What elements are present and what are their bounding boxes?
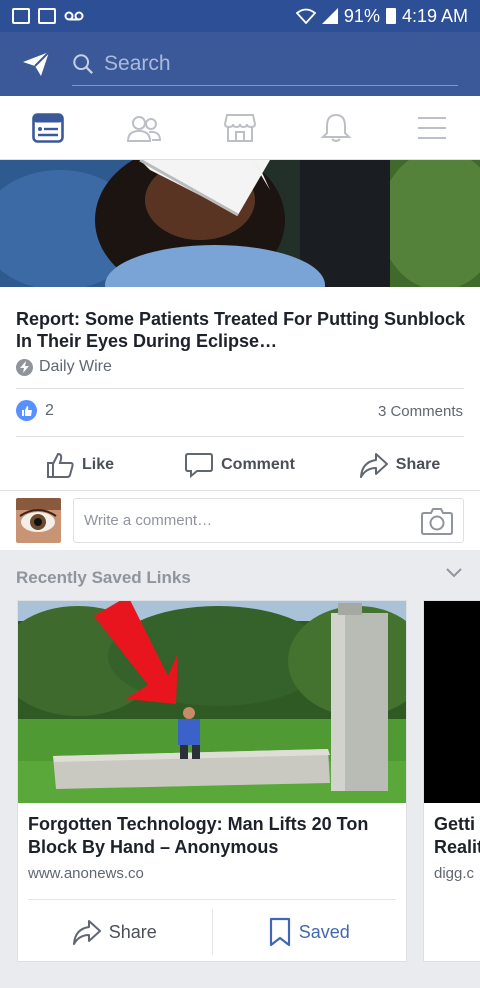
tab-friends[interactable] bbox=[96, 96, 192, 159]
hamburger-icon bbox=[418, 116, 446, 139]
avatar[interactable] bbox=[16, 498, 61, 543]
saved-link-domain: www.anonews.co bbox=[28, 865, 144, 882]
saved-link-image[interactable] bbox=[18, 601, 406, 803]
like-count: 2 bbox=[45, 401, 54, 419]
bell-icon bbox=[321, 113, 351, 142]
comment-button[interactable]: Comment bbox=[160, 440, 320, 490]
top-nav bbox=[0, 32, 480, 96]
tab-bar bbox=[0, 96, 480, 160]
like-reaction-icon bbox=[16, 400, 37, 421]
search-input[interactable] bbox=[104, 51, 458, 76]
battery-icon bbox=[385, 8, 396, 24]
saved-toggle-button[interactable]: Saved bbox=[211, 909, 407, 955]
tab-notifications[interactable] bbox=[288, 96, 384, 159]
comment-icon bbox=[185, 453, 214, 478]
comment-input[interactable] bbox=[84, 512, 421, 529]
share-icon bbox=[72, 920, 101, 945]
thumbs-up-icon bbox=[46, 452, 74, 478]
newsfeed-icon bbox=[32, 112, 64, 143]
divider bbox=[16, 388, 464, 389]
saved-link-actions: Share Saved bbox=[18, 909, 406, 955]
send-icon bbox=[23, 51, 50, 76]
voicemail-icon bbox=[64, 11, 84, 21]
post-actions: Like Comment Share bbox=[0, 440, 480, 490]
share-label: Share bbox=[395, 456, 441, 473]
post-image[interactable] bbox=[0, 160, 480, 287]
share-button[interactable]: Share bbox=[320, 440, 480, 490]
recently-saved-section: Recently Saved Links Forgotten Technolog… bbox=[0, 550, 480, 988]
saved-link-domain: digg.c bbox=[434, 865, 475, 882]
comments-count[interactable]: 3 Comments bbox=[378, 403, 463, 420]
news-feed-post: Report: Some Patients Treated For Puttin… bbox=[0, 160, 480, 550]
messenger-button[interactable] bbox=[0, 32, 72, 96]
search-bar[interactable] bbox=[72, 42, 458, 86]
saved-link-card[interactable]: Forgotten Technology: Man Lifts 20 Ton B… bbox=[17, 600, 407, 962]
search-icon bbox=[73, 53, 93, 74]
saved-link-title[interactable]: Forgotten Technology: Man Lifts 20 Ton B… bbox=[28, 813, 388, 859]
post-source-name: Daily Wire bbox=[39, 358, 112, 375]
wifi-icon bbox=[295, 8, 316, 24]
post-source[interactable]: Daily Wire bbox=[16, 358, 112, 376]
like-button[interactable]: Like bbox=[0, 440, 160, 490]
status-bar: 91% 4:19 AM bbox=[0, 0, 480, 32]
friends-icon bbox=[127, 115, 161, 142]
saved-link-share-label: Share bbox=[108, 921, 157, 942]
tab-menu[interactable] bbox=[384, 96, 480, 159]
tab-news-feed[interactable] bbox=[0, 96, 96, 159]
signal-icon bbox=[321, 8, 338, 24]
clock: 4:19 AM bbox=[401, 5, 468, 26]
divider bbox=[16, 436, 464, 437]
gallery-notification-icon bbox=[12, 8, 30, 24]
saved-section-title: Recently Saved Links bbox=[16, 568, 191, 587]
bookmark-icon bbox=[269, 917, 290, 947]
camera-icon[interactable] bbox=[421, 507, 453, 535]
comment-composer bbox=[0, 490, 480, 550]
tab-marketplace[interactable] bbox=[192, 96, 288, 159]
saved-link-share-button[interactable]: Share bbox=[18, 909, 212, 955]
marketplace-icon bbox=[224, 113, 256, 142]
saved-link-title[interactable]: Getti Realit bbox=[434, 813, 480, 859]
post-title[interactable]: Report: Some Patients Treated For Puttin… bbox=[16, 308, 466, 352]
comment-field[interactable] bbox=[73, 498, 464, 543]
reaction-summary[interactable]: 2 bbox=[16, 400, 54, 421]
battery-percent: 91% bbox=[343, 5, 380, 26]
status-notification-icons bbox=[12, 8, 84, 24]
like-label: Like bbox=[81, 456, 114, 473]
app-notification-icon bbox=[38, 8, 56, 24]
saved-label: Saved bbox=[298, 921, 350, 942]
chevron-down-icon[interactable] bbox=[446, 568, 462, 578]
comment-label: Comment bbox=[221, 456, 295, 473]
divider bbox=[28, 899, 396, 900]
saved-link-card[interactable]: Getti Realit digg.c bbox=[423, 600, 480, 962]
lightning-icon bbox=[16, 358, 33, 376]
saved-link-image[interactable] bbox=[424, 601, 480, 803]
share-icon bbox=[359, 453, 388, 478]
